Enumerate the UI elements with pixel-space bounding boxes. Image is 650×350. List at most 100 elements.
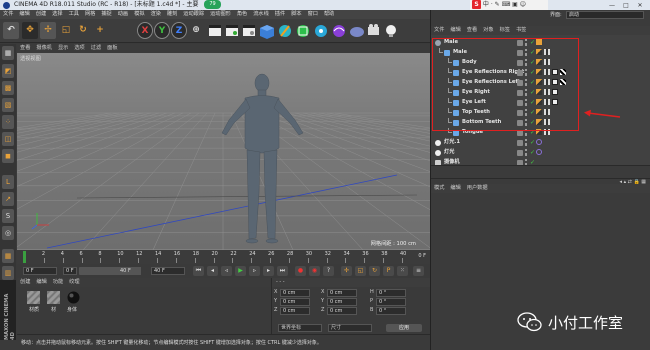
close-button[interactable]: ✕ xyxy=(633,2,647,10)
key-pla-button[interactable]: ⁙ xyxy=(397,266,408,276)
enable-check-icon[interactable]: ✓ xyxy=(530,108,535,117)
phong-tag-icon[interactable] xyxy=(536,79,542,85)
viewport-menu-item-4[interactable]: 过滤 xyxy=(88,45,104,51)
uvw-tag-icon[interactable] xyxy=(544,89,550,95)
render-visibility-dots[interactable] xyxy=(525,79,527,86)
material-menu-item-2[interactable]: 功能 xyxy=(50,279,66,285)
size-z-field[interactable]: 0 cm xyxy=(327,307,357,315)
current-frame-field[interactable]: 0 F xyxy=(63,267,77,275)
lock-workplane-button[interactable]: ▦ xyxy=(2,249,14,263)
menu-item-0[interactable]: 文件 xyxy=(0,11,16,17)
render-visibility-dots[interactable] xyxy=(525,139,527,146)
position-z-field[interactable]: 0 cm xyxy=(280,307,310,315)
uvw-tag-icon[interactable] xyxy=(544,49,550,55)
timeline-ruler[interactable]: 0246810121416182022242628303234363840 0 … xyxy=(17,250,430,264)
visibility-toggle[interactable] xyxy=(517,49,523,56)
object-name[interactable]: Male xyxy=(444,38,458,47)
rotation-b-field[interactable]: 0 ° xyxy=(376,307,406,315)
prev-key-button[interactable]: ◂ xyxy=(207,266,218,276)
prev-frame-button[interactable]: ◃ xyxy=(221,266,232,276)
maximize-button[interactable]: □ xyxy=(619,2,633,10)
visibility-toggle[interactable] xyxy=(517,99,523,106)
position-x-field[interactable]: 0 cm xyxy=(280,289,310,297)
next-frame-button[interactable]: ▹ xyxy=(249,266,260,276)
object-name[interactable]: Tongue xyxy=(462,128,483,137)
undo-button[interactable]: ↶ xyxy=(3,22,19,39)
viewport-menu-item-5[interactable]: 面板 xyxy=(104,45,120,51)
menu-item-2[interactable]: 创建 xyxy=(33,11,49,17)
planar-workplane-button[interactable]: ▥ xyxy=(2,266,14,280)
phong-tag-icon[interactable] xyxy=(536,129,542,135)
rotate-button[interactable]: ↻ xyxy=(75,22,91,39)
menu-item-9[interactable]: 渲染 xyxy=(148,11,164,17)
object-row[interactable]: Tongue ✓ xyxy=(431,128,650,137)
texture-mode-button[interactable]: ▩ xyxy=(2,81,14,95)
enable-check-icon[interactable]: ✓ xyxy=(530,138,535,147)
enable-check-icon[interactable]: ✓ xyxy=(530,88,535,97)
light-icon[interactable] xyxy=(386,25,396,37)
menu-item-8[interactable]: 模拟 xyxy=(131,11,147,17)
object-row[interactable]: Eye Reflections Right ✓ xyxy=(431,68,650,77)
viewport-menu-item-3[interactable]: 选项 xyxy=(71,45,87,51)
key-rotation-button[interactable]: ↻ xyxy=(369,266,380,276)
object-menu-item-1[interactable]: 编辑 xyxy=(447,27,463,33)
render-visibility-dots[interactable] xyxy=(525,149,527,156)
phong-tag-icon[interactable] xyxy=(536,59,542,65)
object-row[interactable]: 灯光 ✓ xyxy=(431,148,650,157)
object-row[interactable]: Body ✓ xyxy=(431,58,650,67)
object-row[interactable]: Male ✓ xyxy=(431,48,650,57)
viewport-menu-item-2[interactable]: 显示 xyxy=(55,45,71,51)
phong-tag-icon[interactable] xyxy=(536,109,542,115)
material-menu-item-3[interactable]: 纹理 xyxy=(66,279,82,285)
visibility-toggle[interactable] xyxy=(517,109,523,116)
timeline-menu-button[interactable]: ≡ xyxy=(413,266,424,276)
phong-tag-icon[interactable] xyxy=(536,99,542,105)
menu-item-11[interactable]: 运动跟踪 xyxy=(180,11,207,17)
make-editable-button[interactable]: ▦ xyxy=(2,46,14,60)
key-position-button[interactable]: ✢ xyxy=(341,266,352,276)
phong-tag-icon[interactable] xyxy=(536,69,542,75)
menu-item-6[interactable]: 捕捉 xyxy=(98,11,114,17)
enable-check-icon[interactable]: ✓ xyxy=(530,128,535,137)
enable-check-icon[interactable]: ✓ xyxy=(530,48,535,57)
object-tag-icon[interactable] xyxy=(536,39,542,45)
checker-tag-icon[interactable] xyxy=(560,79,566,85)
object-menu-item-5[interactable]: 书签 xyxy=(513,27,529,33)
enable-check-icon[interactable]: ✓ xyxy=(530,38,535,47)
object-name[interactable]: 灯光 xyxy=(444,148,454,157)
visibility-toggle[interactable] xyxy=(517,59,523,66)
coordinate-system-button[interactable]: ⊕ xyxy=(188,22,204,39)
pen-icon[interactable] xyxy=(279,25,291,37)
deformer-icon[interactable] xyxy=(333,25,345,37)
y-axis-button[interactable]: Y xyxy=(154,22,170,39)
clapper-icon[interactable] xyxy=(209,25,221,36)
enable-check-icon[interactable]: ✓ xyxy=(530,98,535,107)
key-scale-button[interactable]: ◱ xyxy=(355,266,366,276)
cube-icon[interactable] xyxy=(260,25,274,39)
object-menu-item-0[interactable]: 文件 xyxy=(431,27,447,33)
size-mode-select[interactable]: 尺寸 xyxy=(328,324,372,332)
points-mode-button[interactable]: ⁘ xyxy=(2,115,14,129)
object-row[interactable]: Eye Reflections Left ✓ xyxy=(431,78,650,87)
playhead[interactable] xyxy=(23,251,26,263)
object-name[interactable]: Eye Reflections Left xyxy=(462,78,520,87)
model-mode-button[interactable]: ◩ xyxy=(2,64,14,78)
object-menu-item-4[interactable]: 标签 xyxy=(497,27,513,33)
enable-check-icon[interactable]: ✓ xyxy=(530,58,535,67)
material-tag-icon[interactable] xyxy=(552,89,558,95)
menu-item-10[interactable]: 雕刻 xyxy=(164,11,180,17)
scale-button[interactable]: ◱ xyxy=(58,22,74,39)
uvw-tag-icon[interactable] xyxy=(544,129,550,135)
render-visibility-dots[interactable] xyxy=(525,129,527,136)
edges-mode-button[interactable]: ◫ xyxy=(2,132,14,146)
phong-tag-icon[interactable] xyxy=(536,119,542,125)
record-keys-button[interactable]: ● xyxy=(295,266,306,276)
uvw-tag-icon[interactable] xyxy=(544,79,550,85)
z-axis-button[interactable]: Z xyxy=(171,22,187,39)
light-target-tag-icon[interactable] xyxy=(536,139,542,145)
menu-item-17[interactable]: 窗口 xyxy=(305,11,321,17)
render-visibility-dots[interactable] xyxy=(525,49,527,56)
uvw-tag-icon[interactable] xyxy=(544,109,550,115)
recent-tools-button[interactable]: + xyxy=(92,22,108,39)
object-name[interactable]: Eye Right xyxy=(462,88,490,97)
